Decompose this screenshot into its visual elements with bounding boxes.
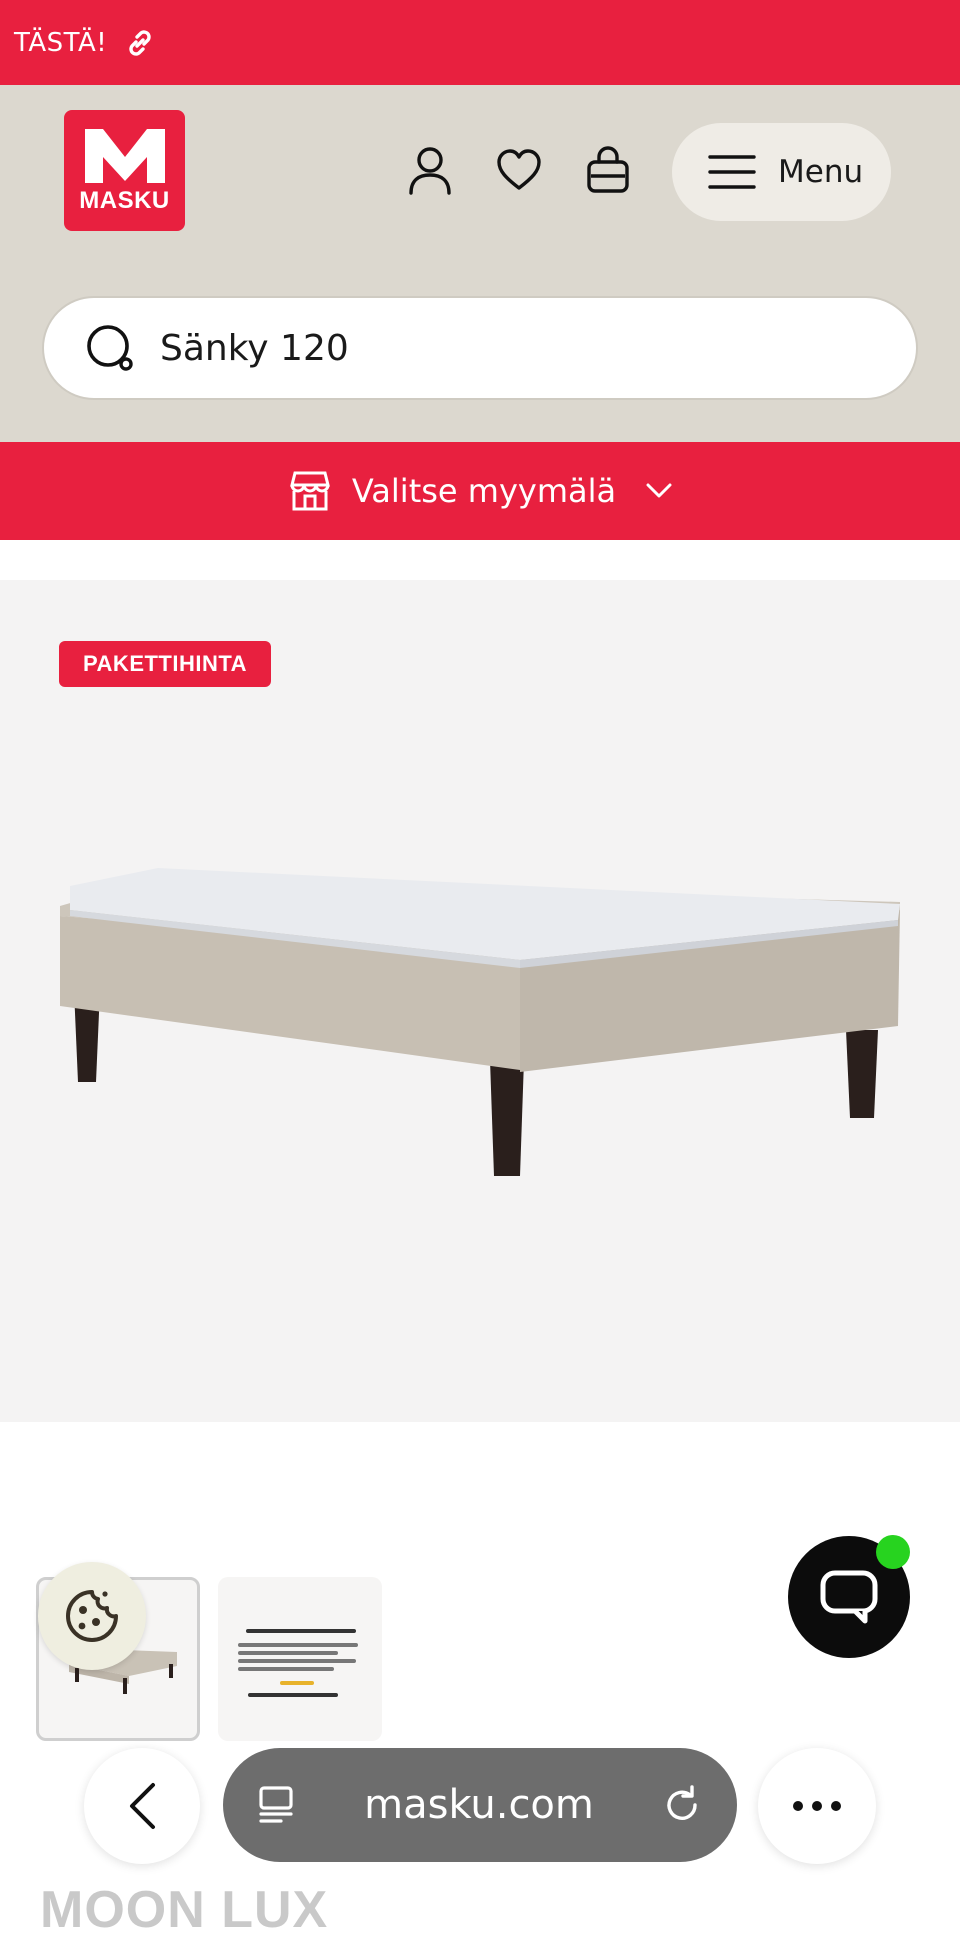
thumb-text-line xyxy=(238,1643,358,1647)
search-icon xyxy=(87,325,133,371)
store-label: Valitse myymälä xyxy=(351,472,617,510)
thumb-text-line xyxy=(238,1659,356,1663)
product-image-gallery[interactable]: PAKETTIHINTA xyxy=(0,580,960,1422)
product-title: MOON LUX xyxy=(40,1881,329,1939)
menu-label: Menu xyxy=(778,154,864,190)
logo-text: MASKU xyxy=(79,186,170,214)
more-dots-icon xyxy=(793,1801,841,1811)
page-tabs-icon xyxy=(259,1786,293,1823)
logo-m-mark xyxy=(84,128,165,183)
search-value: Sänky 120 xyxy=(160,327,349,369)
chevron-down-icon xyxy=(646,483,672,498)
cookie-icon xyxy=(66,1590,118,1642)
store-icon xyxy=(289,471,330,511)
chat-bubble-icon xyxy=(820,1570,878,1624)
browser-more-button[interactable] xyxy=(758,1748,876,1864)
wishlist-heart-icon[interactable] xyxy=(496,145,542,195)
browser-back-button[interactable] xyxy=(84,1748,200,1864)
promo-banner[interactable]: TÄSTÄ! xyxy=(0,0,960,85)
promo-text: TÄSTÄ! xyxy=(14,27,108,58)
page: TÄSTÄ! MASKU Menu Sänky 120 Valitse myym… xyxy=(0,0,960,1948)
browser-address-bar[interactable]: masku.com xyxy=(223,1748,737,1862)
masku-logo[interactable]: MASKU xyxy=(64,110,185,231)
url-text: masku.com xyxy=(364,1782,594,1828)
site-header: MASKU Menu Sänky 120 xyxy=(0,85,960,442)
chevron-left-icon xyxy=(130,1783,155,1829)
cookie-settings-button[interactable] xyxy=(38,1562,146,1670)
info-graphic-thumbnail[interactable] xyxy=(218,1577,382,1741)
hamburger-icon xyxy=(708,155,756,189)
thumb-text-line xyxy=(238,1667,334,1671)
store-selector[interactable]: Valitse myymälä xyxy=(0,442,960,540)
search-input[interactable]: Sänky 120 xyxy=(42,296,918,400)
package-price-badge: PAKETTIHINTA xyxy=(59,641,272,687)
link-icon xyxy=(125,28,155,58)
chat-online-indicator xyxy=(876,1535,910,1569)
bed-product-image xyxy=(60,868,900,1176)
thumb-star-rating xyxy=(280,1681,314,1685)
thumb-text-line xyxy=(238,1651,338,1655)
thumb-text-line xyxy=(248,1693,338,1697)
reload-icon[interactable] xyxy=(661,1784,703,1826)
account-icon[interactable] xyxy=(407,145,453,195)
menu-button[interactable]: Menu xyxy=(672,123,891,221)
cart-bag-icon[interactable] xyxy=(585,145,631,195)
thumb-text-line xyxy=(246,1629,356,1633)
